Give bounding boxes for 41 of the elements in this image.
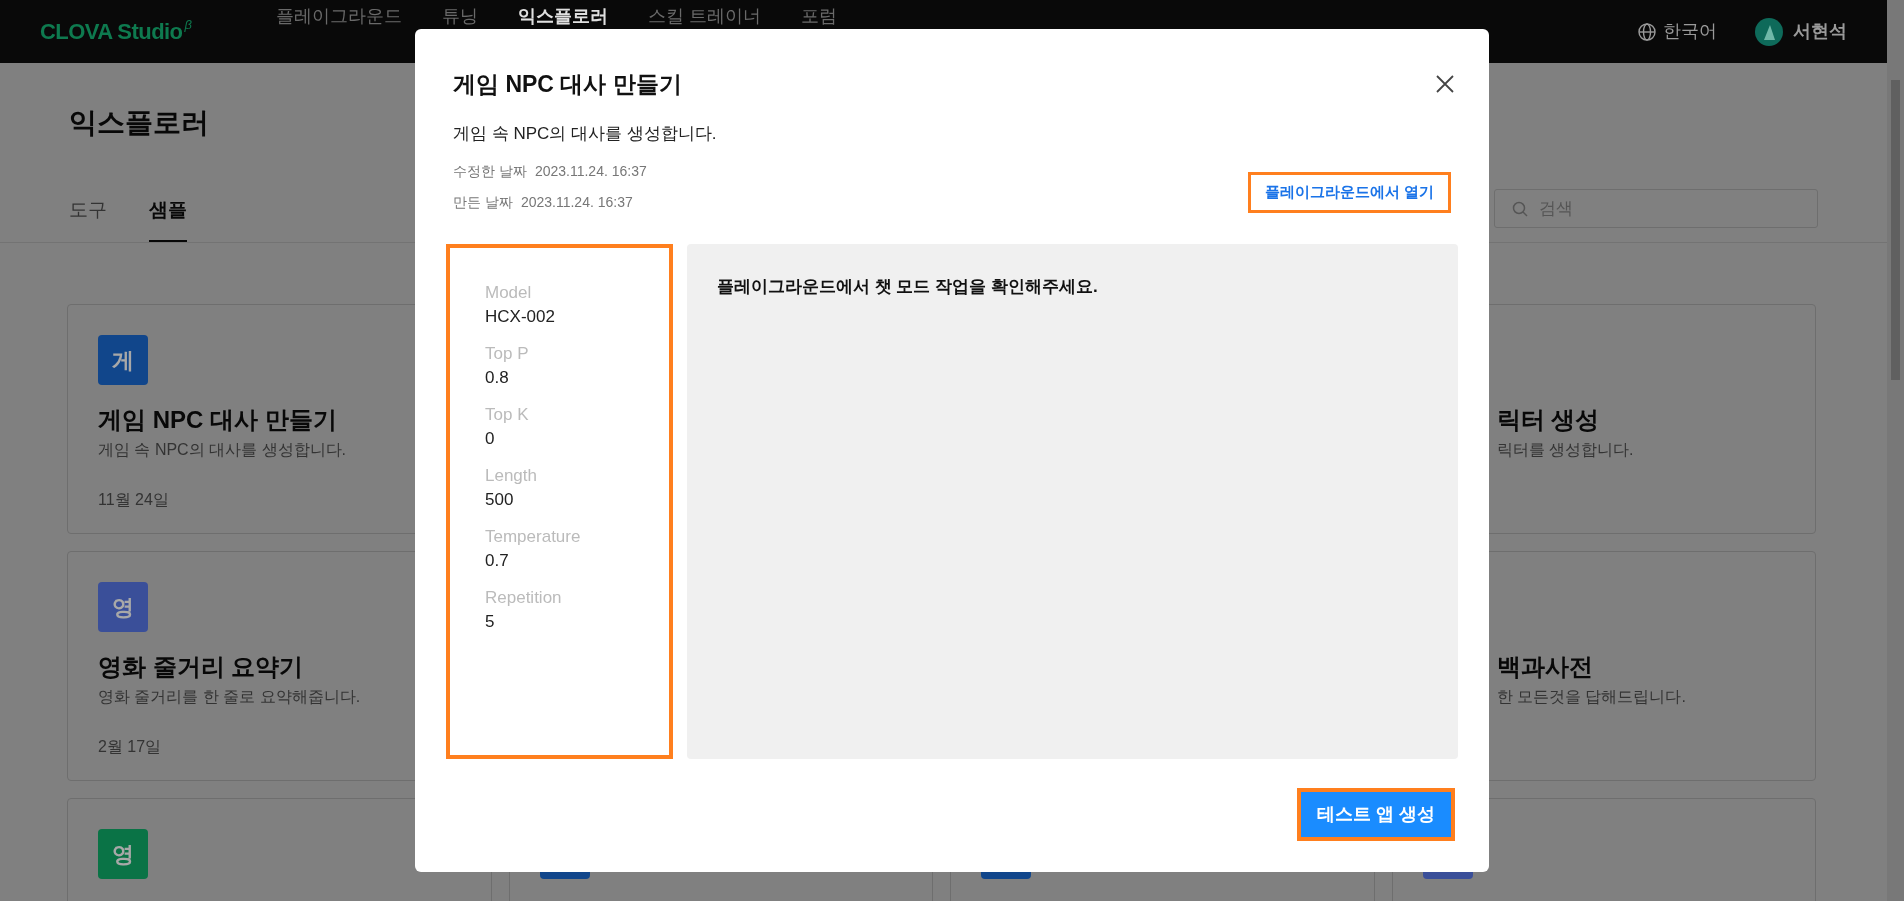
nav-item[interactable]: 익스플로러 xyxy=(517,6,608,26)
card-icon: 영 xyxy=(98,829,148,879)
search-icon xyxy=(1512,201,1528,217)
globe-icon[interactable] xyxy=(1637,21,1657,42)
nav-item[interactable]: 스킬 트레이너 xyxy=(647,6,761,26)
card-date: 11월 24일 xyxy=(98,490,169,510)
meta-value: 2023.11.24. 16:37 xyxy=(520,192,633,212)
card-title: 게임 NPC 대사 만들기 xyxy=(98,405,337,435)
meta-value: 2023.11.24. 16:37 xyxy=(534,161,647,181)
card-description: 게임 속 NPC의 대사를 생성합니다. xyxy=(98,440,346,460)
tab[interactable]: 샘플 xyxy=(149,195,187,242)
logo[interactable]: CLOVA Studio xyxy=(40,15,183,48)
avatar-icon[interactable] xyxy=(1755,17,1783,46)
dialog-title: 게임 NPC 대사 만들기 xyxy=(453,70,682,99)
nav-item[interactable]: 포럼 xyxy=(800,6,837,26)
card-icon: 영 xyxy=(98,582,148,632)
logo-mark: β xyxy=(184,16,192,34)
tab[interactable]: 도구 xyxy=(69,195,107,242)
card-description: 한 모든것을 답해드립니다. xyxy=(1496,687,1686,707)
create-test-app-button[interactable]: 테스트 앱 생성 xyxy=(1297,787,1455,841)
card-description: 영화 줄거리를 한 줄로 요약해줍니다. xyxy=(98,687,361,707)
chat-message: 플레이그라운드에서 챗 모드 작업을 확인해주세요. xyxy=(717,275,1099,298)
nav-item[interactable]: 플레이그라운드 xyxy=(275,6,402,26)
card-date: 2월 17일 xyxy=(98,737,162,757)
nav-item[interactable]: 튜닝 xyxy=(441,6,478,26)
language-selector[interactable]: 한국어 xyxy=(1663,18,1717,45)
parameter-label: Model xyxy=(485,281,533,304)
meta-label: 수정한 날짜 xyxy=(453,161,527,181)
card-icon: 게 xyxy=(98,335,148,385)
close-button[interactable] xyxy=(1434,73,1456,95)
card-title: 릭터 생성 xyxy=(1496,405,1600,435)
scrollbar-thumb[interactable] xyxy=(1891,80,1900,380)
card-title: 백과사전 xyxy=(1496,652,1593,682)
scrollbar[interactable] xyxy=(1887,0,1904,901)
page-title: 익스플로러 xyxy=(69,106,209,140)
dialog-description: 게임 속 NPC의 대사를 생성합니다. xyxy=(453,123,718,145)
meta-label: 만든 날짜 xyxy=(453,192,513,212)
card-description: 릭터를 생성합니다. xyxy=(1496,440,1634,460)
card-title: 영화 줄거리 요약기 xyxy=(98,652,304,682)
user-name[interactable]: 서현석 xyxy=(1793,18,1847,45)
open-playground-link[interactable]: 플레이그라운드에서 열기 xyxy=(1247,171,1451,213)
